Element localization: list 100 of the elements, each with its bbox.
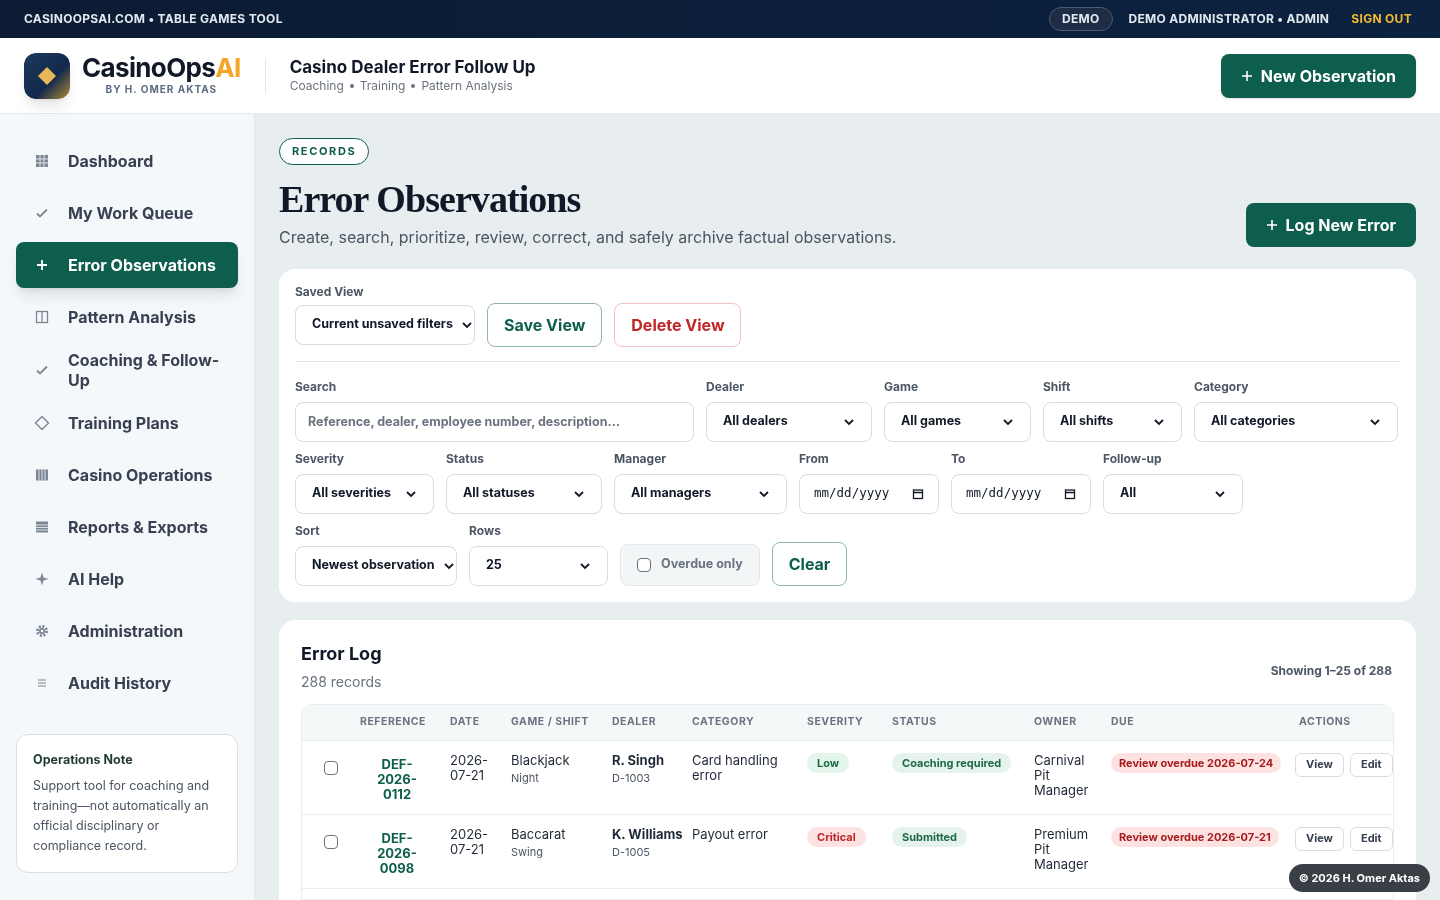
filter-select[interactable]: All games	[884, 401, 1031, 442]
filter-select[interactable]: All categories	[1194, 401, 1398, 442]
filter-select[interactable]: All shifts	[1043, 401, 1182, 442]
nav-item[interactable]: Error Observations	[16, 242, 238, 288]
app-title: Casino Dealer Error Follow Up	[289, 56, 536, 77]
sign-out-link[interactable]: SIGN OUT	[1351, 10, 1412, 28]
nav-item[interactable]: Audit History	[16, 660, 238, 706]
showing-label: Showing 1–25 of 288	[1270, 661, 1392, 680]
filter-select[interactable]: All	[1103, 473, 1243, 514]
calendar-icon	[912, 487, 924, 500]
row-checkbox[interactable]	[324, 760, 338, 775]
date-cell-text: 2026-07-21	[450, 826, 490, 857]
game-cell-text: Baccarat	[511, 826, 567, 842]
page-description: Create, search, prioritize, review, correct, and safely archive factual observations.	[279, 225, 897, 249]
checkbox[interactable]	[637, 557, 651, 572]
field-label: Dealer	[706, 377, 746, 396]
field-label: Category	[1194, 377, 1250, 396]
reference-link[interactable]: DEF-2026-0098	[374, 830, 420, 876]
new-observation-button[interactable]: New Observation	[1220, 53, 1416, 98]
nav-item[interactable]: Administration	[16, 608, 238, 654]
field-label: Follow-up	[1103, 449, 1163, 468]
column-header: SEVERITY	[807, 715, 864, 729]
row-checkbox[interactable]	[324, 834, 338, 849]
date-field[interactable]: mm/dd/yyyy	[951, 473, 1091, 514]
brand-name: CasinoOpsAI	[82, 54, 241, 82]
reference-link[interactable]: DEF-2026-0112	[374, 756, 420, 802]
save-view-button[interactable]: Save View	[487, 302, 603, 347]
list-icon	[34, 519, 50, 535]
shift-cell-text: Swing	[511, 843, 544, 860]
column-header: REFERENCE	[360, 715, 426, 729]
overdue-only-toggle[interactable]: Overdue only	[620, 543, 760, 586]
column-header: OWNER	[1034, 715, 1077, 729]
dealer-cell: K. Williams	[612, 826, 684, 842]
plus-icon	[34, 257, 50, 273]
field-label: To	[951, 449, 967, 468]
category-cell-text: Card handling error	[692, 752, 779, 783]
nav-item[interactable]: Reports & Exports	[16, 504, 238, 550]
column-header: DATE	[450, 715, 480, 729]
field-label: Manager	[614, 449, 668, 468]
row-action-button[interactable]: Edit	[1349, 752, 1393, 777]
grid-icon	[34, 153, 50, 169]
nav-item[interactable]: Coaching & Follow-Up	[16, 346, 238, 394]
field-label: Sort	[295, 521, 321, 540]
column-header: GAME / SHIFT	[511, 715, 589, 729]
log-new-error-button[interactable]: Log New Error	[1245, 202, 1416, 247]
plus-icon	[1265, 218, 1278, 231]
site-label: CASINOOPSAI.COM • TABLE GAMES TOOL	[24, 10, 283, 28]
section-badge: RECORDS	[279, 138, 370, 165]
row-action-button[interactable]: Edit	[1349, 826, 1393, 851]
nav-item[interactable]: Dashboard	[16, 138, 238, 184]
plus-icon	[1240, 69, 1253, 82]
filter-select[interactable]: All severities	[295, 473, 434, 514]
mode-badge: DEMO	[1048, 7, 1113, 31]
date-cell-text: 2026-07-21	[450, 752, 490, 783]
nav-item[interactable]: Casino Operations	[16, 452, 238, 498]
nav-item[interactable]: My Work Queue	[16, 190, 238, 236]
date-field[interactable]: mm/dd/yyyy	[799, 473, 939, 514]
bars-icon	[34, 467, 50, 483]
delete-view-button[interactable]: Delete View	[614, 302, 742, 347]
log-title: Error Log	[301, 641, 382, 666]
row-action-button[interactable]: View	[1295, 826, 1344, 851]
column-header: STATUS	[892, 715, 937, 729]
owner-cell-text: Premium Pit Manager	[1034, 826, 1090, 872]
columns-icon	[34, 309, 50, 325]
field-label: Search	[295, 377, 338, 396]
rows-select[interactable]: 25	[469, 545, 608, 586]
dot-separator	[349, 83, 354, 88]
column-header: DUE	[1111, 715, 1135, 729]
subtitle-part: Pattern Analysis	[421, 77, 513, 95]
field-label: Rows	[469, 521, 502, 540]
nav-item[interactable]: Pattern Analysis	[16, 294, 238, 340]
clear-button[interactable]: Clear	[771, 541, 848, 586]
saved-view-select[interactable]: Current unsaved filters	[295, 304, 475, 345]
note-text: Support tool for coaching and training—not automatically an official disciplinary or compliance record.	[33, 776, 211, 855]
column-header: ACTIONS	[1299, 715, 1351, 729]
search-field[interactable]: Reference, dealer, employee number, description…	[295, 401, 694, 442]
filter-select[interactable]: All managers	[614, 473, 787, 514]
user-label: DEMO ADMINISTRATOR • ADMIN	[1128, 10, 1330, 28]
nav-item[interactable]: Training Plans	[16, 400, 238, 446]
shift-cell-text: Night	[511, 769, 540, 786]
column-header: CATEGORY	[692, 715, 755, 729]
copyright-badge: © 2026 H. Omer Aktas	[1288, 863, 1430, 892]
settings-icon	[34, 623, 50, 639]
filter-select[interactable]: All dealers	[706, 401, 872, 442]
field-label: From	[799, 449, 830, 468]
nav-item[interactable]: AI Help	[16, 556, 238, 602]
field-label: Status	[446, 449, 485, 468]
dealer-cell-text: R. Singh	[612, 752, 665, 768]
category-cell-text: Payout error	[692, 826, 769, 842]
status-badge: Submitted	[892, 826, 968, 847]
column-header: DEALER	[612, 715, 657, 729]
employee-number: D-1003	[612, 769, 652, 786]
page-title: Error Observations	[279, 176, 581, 221]
dot-separator	[411, 83, 416, 88]
brand-byline: BY H. OMER AKTAS	[105, 82, 218, 97]
sort-select[interactable]: Newest observation	[295, 545, 457, 586]
field-label: Saved View	[295, 282, 365, 301]
row-action-button[interactable]: View	[1295, 752, 1344, 777]
due-badge: Review overdue 2026-07-24	[1111, 752, 1282, 773]
filter-select[interactable]: All statuses	[446, 473, 602, 514]
